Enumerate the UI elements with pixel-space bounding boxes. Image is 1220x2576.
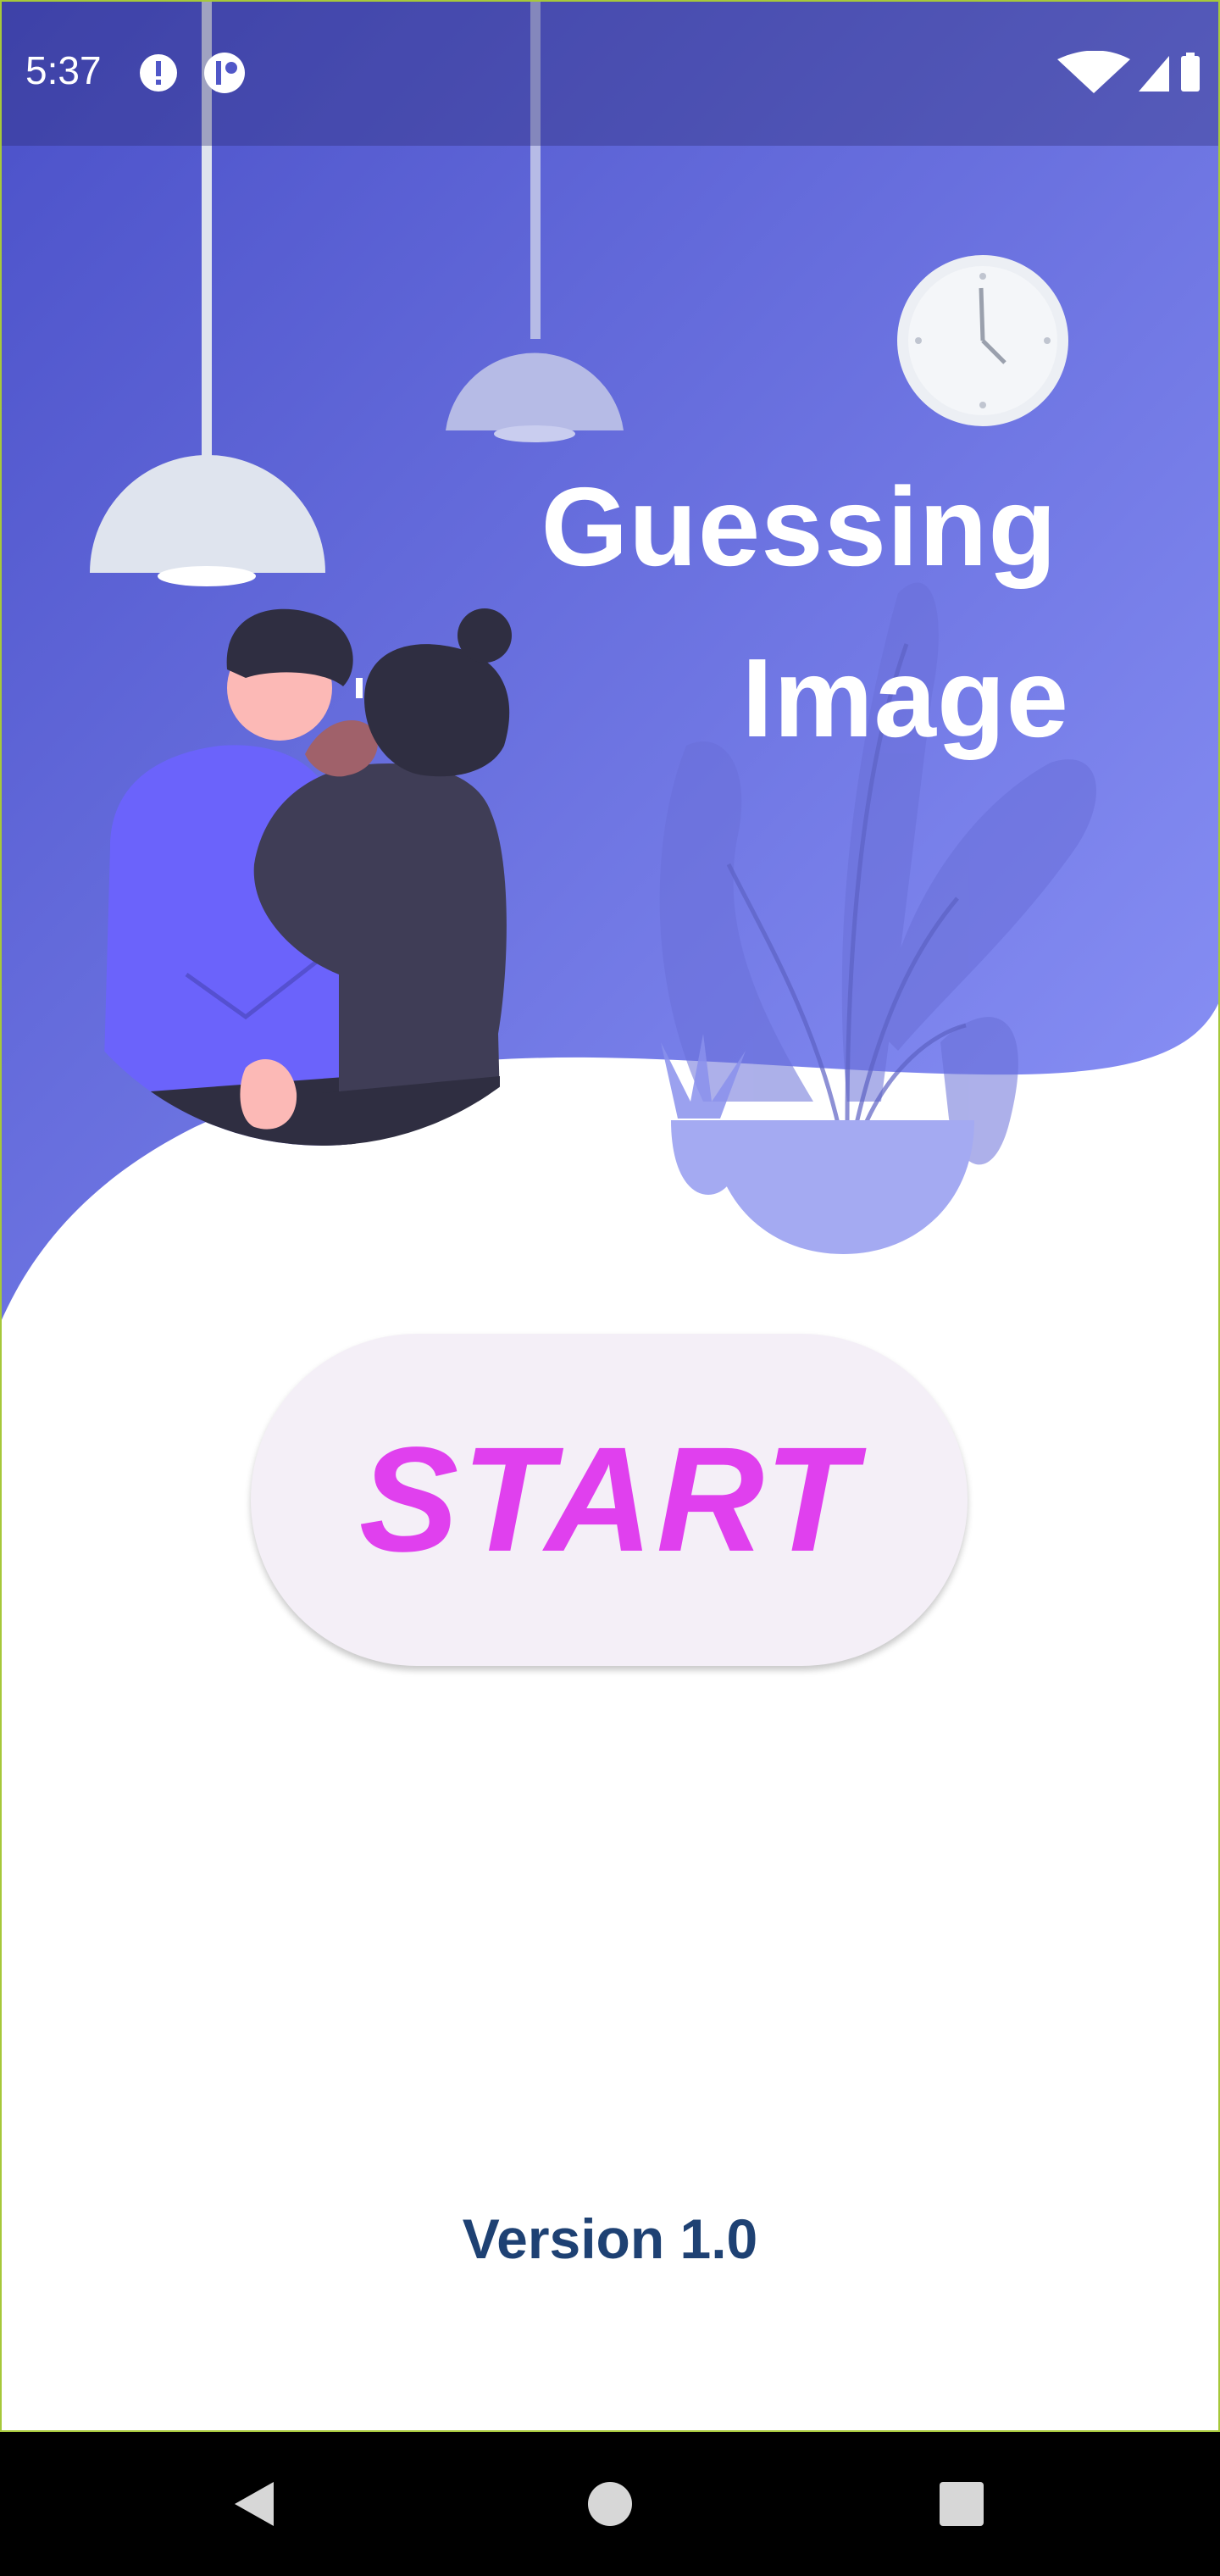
status-icons-right bbox=[1057, 50, 1201, 99]
start-button[interactable]: START bbox=[251, 1334, 968, 1666]
status-icons-left bbox=[140, 53, 250, 101]
plant-pot bbox=[712, 1120, 974, 1254]
app-title-line-2: Image bbox=[741, 636, 1069, 760]
start-button-label: START bbox=[358, 1417, 860, 1583]
wifi-icon bbox=[1057, 50, 1130, 93]
app-title-line-1: Guessing bbox=[541, 464, 1057, 589]
back-button[interactable] bbox=[217, 2466, 293, 2542]
recents-icon bbox=[940, 2482, 984, 2526]
version-label: Version 1.0 bbox=[462, 2207, 758, 2270]
signal-icon bbox=[1139, 56, 1169, 92]
navigation-bar bbox=[0, 2432, 1220, 2576]
battery-icon bbox=[1181, 56, 1200, 92]
alert-icon bbox=[140, 54, 177, 92]
wall-clock bbox=[897, 255, 1068, 426]
back-icon bbox=[235, 2482, 274, 2526]
home-icon bbox=[588, 2482, 632, 2526]
recents-button[interactable] bbox=[923, 2466, 1000, 2542]
notification-app-icon bbox=[204, 53, 245, 93]
home-button[interactable] bbox=[572, 2466, 648, 2542]
status-bar: 5:37 bbox=[0, 0, 1220, 146]
status-time: 5:37 bbox=[25, 48, 102, 92]
